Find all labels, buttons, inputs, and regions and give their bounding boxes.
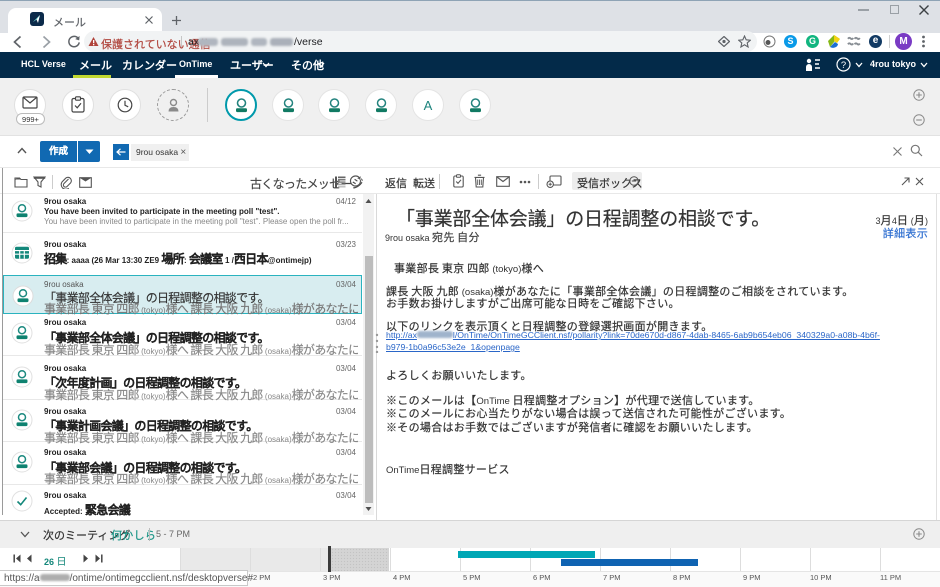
svg-text:?: ? — [841, 60, 846, 71]
